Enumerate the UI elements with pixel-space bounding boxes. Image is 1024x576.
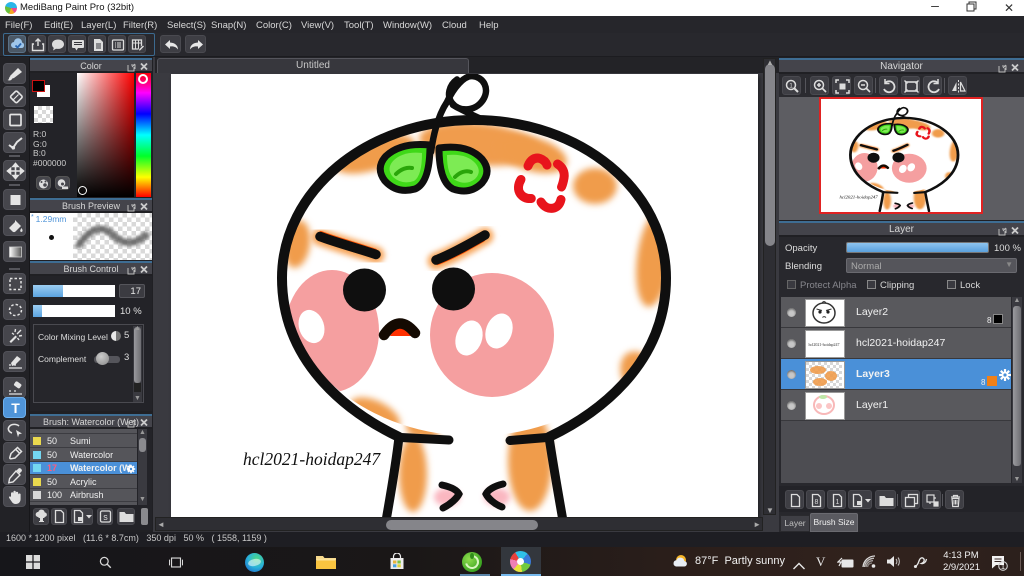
svg-text:1: 1 bbox=[1001, 562, 1005, 571]
svg-text:1: 1 bbox=[836, 499, 840, 506]
svg-text:8: 8 bbox=[815, 499, 819, 506]
svg-text:hcl2021-hoidap247: hcl2021-hoidap247 bbox=[243, 449, 381, 469]
svg-text:hcl2021-hoidap247: hcl2021-hoidap247 bbox=[808, 342, 839, 347]
svg-text:s: s bbox=[103, 512, 108, 522]
svg-text:1: 1 bbox=[789, 83, 793, 90]
svg-text:T: T bbox=[11, 400, 20, 416]
